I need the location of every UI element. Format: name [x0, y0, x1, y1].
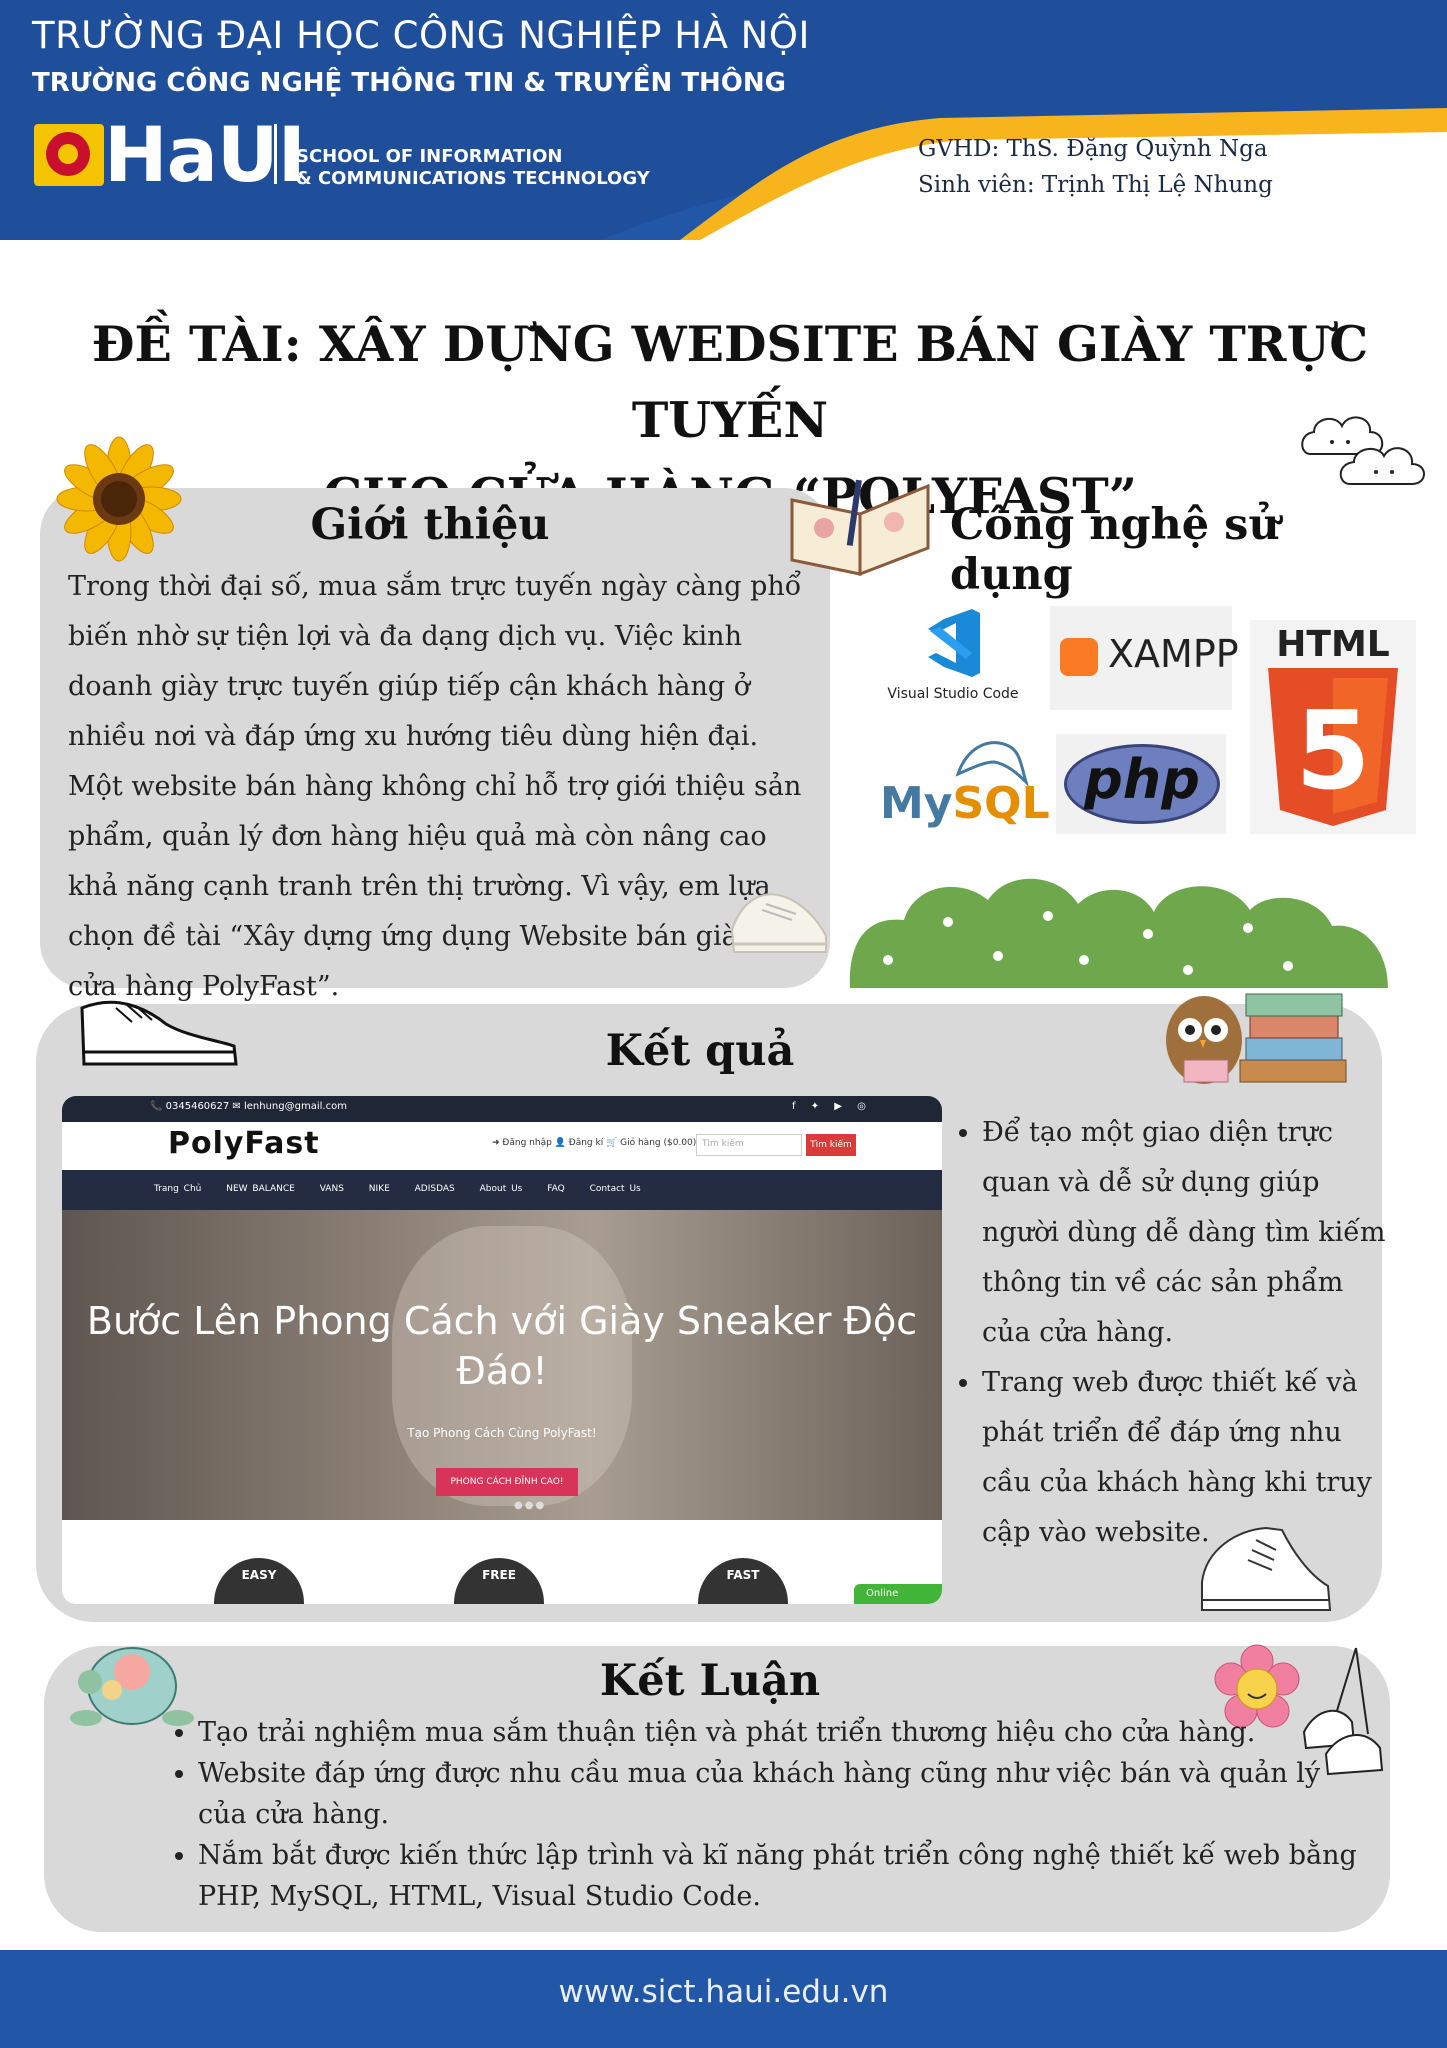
social-icons[interactable]: f ✦ ▶ ◎ [792, 1101, 872, 1112]
carousel-dots[interactable]: ●●● [514, 1500, 546, 1511]
emblem-center [58, 144, 78, 164]
online-chat-tab[interactable]: Online [854, 1584, 942, 1604]
result-bullet: Để tạo một giao diện trực quan và dễ sử … [982, 1108, 1392, 1358]
contact-info: 📞 0345460627 ✉ lenhung@gmail.com [150, 1101, 347, 1112]
search-placeholder: Tìm kiếm [702, 1139, 744, 1149]
nav-item-contact[interactable]: Contact Us [590, 1184, 641, 1194]
conclusion-heading: Kết Luận [599, 1656, 821, 1706]
intro-heading: Giới thiệu [310, 500, 550, 550]
mysql-label-my: My [880, 778, 953, 829]
account-links[interactable]: ➜ Đăng nhập 👤 Đăng kí 🛒 Giỏ hàng ($0.00) [492, 1138, 696, 1148]
free-badge-label: FREE [482, 1568, 516, 1582]
fast-badge-label: FAST [726, 1568, 760, 1582]
converse-shoe-icon [1201, 1526, 1332, 1611]
supervisor-text: GVHD: ThS. Đặng Quỳnh Nga [918, 136, 1268, 162]
school-name-en-line2: & COMMUNICATIONS TECHNOLOGY [296, 168, 650, 189]
bush-decoration [849, 878, 1388, 988]
nav-item-about[interactable]: About Us [480, 1184, 523, 1194]
university-name: TRƯỜNG ĐẠI HỌC CÔNG NGHIỆP HÀ NỘI [32, 14, 810, 57]
school-name-vn: TRƯỜNG CÔNG NGHỆ THÔNG TIN & TRUYỀN THÔN… [32, 68, 787, 98]
xampp-label: XAMPP [1108, 632, 1239, 676]
nav-item-home[interactable]: Trang Chủ [154, 1184, 201, 1194]
vscode-icon [928, 609, 980, 677]
website-screenshot: 📞 0345460627 ✉ lenhung@gmail.com f ✦ ▶ ◎… [62, 1096, 942, 1604]
search-button[interactable]: Tìm kiếm [806, 1134, 856, 1156]
nav-item-vans[interactable]: VANS [320, 1184, 344, 1194]
vscode-label: Visual Studio Code [887, 686, 1019, 702]
open-book-icon [790, 479, 930, 577]
nav-item-new-balance[interactable]: NEW BALANCE [226, 1184, 295, 1194]
footer-url[interactable]: www.sict.haui.edu.vn [0, 1974, 1447, 2010]
owl-books-icon [1166, 993, 1347, 1084]
polyfast-logo[interactable]: PolyFast [168, 1126, 320, 1161]
hero-title: Bước Lên Phong Cách với Giày Sneaker Độc… [86, 1299, 918, 1393]
html5-shield-icon: 5 [1268, 668, 1398, 826]
xampp-icon [1060, 638, 1098, 676]
school-name-en-line1: SCHOOL OF INFORMATION [296, 146, 563, 167]
tech-heading: Công nghệ sử dụng [950, 500, 1280, 600]
title-line-1: ĐỀ TÀI: XÂY DỰNG WEDSITE BÁN GIÀY TRỰC T… [91, 315, 1369, 449]
cloud-icon [1301, 416, 1425, 485]
conclusion-bullets: Tạo trải nghiệm mua sắm thuận tiện và ph… [160, 1712, 1358, 1917]
conclusion-bullet: Website đáp ứng được nhu cầu mua của khá… [198, 1753, 1358, 1835]
result-heading: Kết quả [605, 1026, 795, 1076]
sneaker-white-icon [730, 893, 827, 953]
nav-item-faq[interactable]: FAQ [547, 1184, 564, 1194]
mysql-label-sql: SQL [952, 778, 1050, 829]
nav-item-nike[interactable]: NIKE [369, 1184, 390, 1194]
html-label: HTML [1276, 624, 1390, 665]
hero-cta-button[interactable]: PHONG CÁCH ĐỈNH CAO! [436, 1468, 578, 1496]
result-bullets: Để tạo một giao diện trực quan và dễ sử … [948, 1108, 1392, 1558]
html5-digit: 5 [1295, 689, 1370, 814]
easy-badge-label: EASY [241, 1568, 277, 1582]
student-text: Sinh viên: Trịnh Thị Lệ Nhung [918, 172, 1273, 198]
intro-paragraph: Trong thời đại số, mua sắm trực tuyến ng… [68, 571, 811, 1002]
hero-subtitle: Tạo Phong Cách Cùng PolyFast! [407, 1426, 597, 1440]
logo-divider [274, 124, 277, 184]
nav-menu: Trang Chủ NEW BALANCE VANS NIKE ADISDAS … [154, 1184, 661, 1194]
sunflower-icon [56, 436, 182, 562]
nav-item-adidas[interactable]: ADISDAS [415, 1184, 455, 1194]
conclusion-bullet: Nắm bắt được kiến thức lập trình và kĩ n… [198, 1835, 1358, 1917]
mysql-logo: MySQL [880, 778, 1050, 829]
sneaker-outline-icon [80, 1000, 238, 1066]
conclusion-bullet: Tạo trải nghiệm mua sắm thuận tiện và ph… [198, 1712, 1358, 1753]
php-label: php [1084, 748, 1200, 811]
